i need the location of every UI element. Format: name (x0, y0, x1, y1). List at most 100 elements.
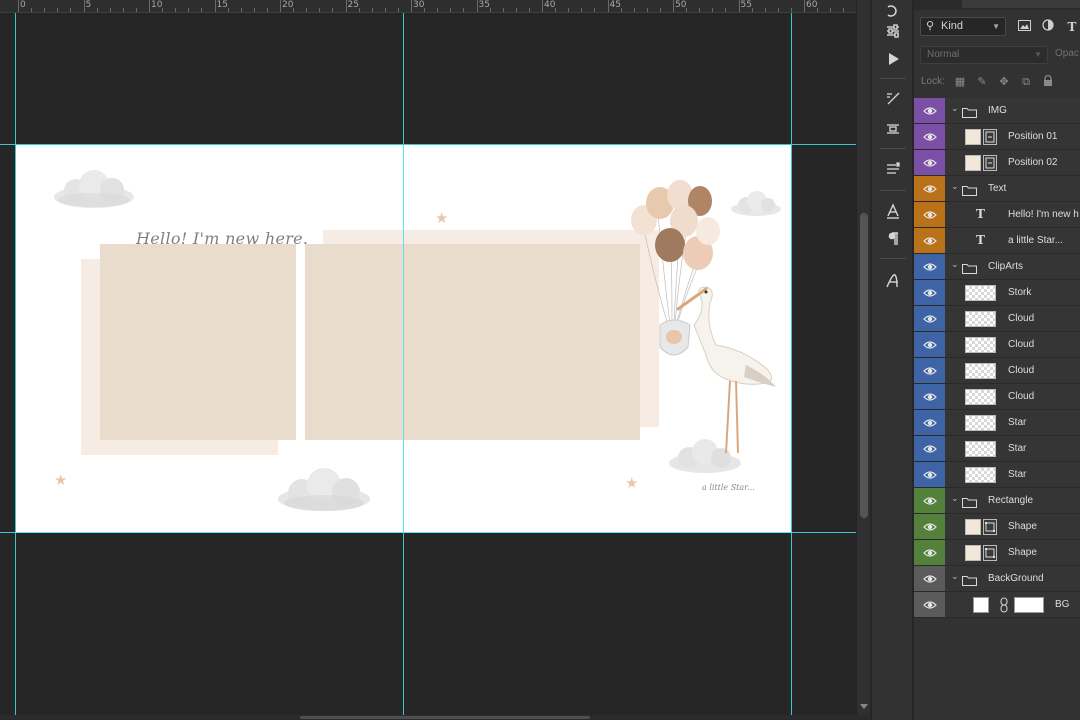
layer-mask-thumbnail[interactable] (1014, 597, 1044, 613)
layer-thumbnail (965, 129, 981, 145)
layer-row[interactable]: Ta little Star... (914, 228, 1080, 254)
lock-transparent-pixels-icon[interactable]: ▦ (953, 75, 967, 89)
layer-row[interactable]: ⌄ ClipArts (914, 254, 1080, 280)
layer-row[interactable]: Cloud (914, 306, 1080, 332)
filter-type-layers-icon[interactable]: T (1063, 18, 1080, 36)
layer-row[interactable]: Cloud (914, 358, 1080, 384)
horizontal-scrollbar[interactable] (0, 715, 870, 720)
chevron-down-icon[interactable]: ⌄ (951, 571, 959, 582)
ruler-major-tick (214, 0, 216, 12)
brush-presets-icon[interactable] (882, 118, 904, 140)
eye-visibility-icon[interactable] (923, 520, 937, 534)
chevron-down-icon[interactable]: ⌄ (951, 259, 959, 270)
ruler-tick-label: 45 (609, 0, 621, 10)
ruler-minor-tick (817, 8, 819, 12)
chevron-down-icon[interactable]: ⌄ (951, 493, 959, 504)
layer-row[interactable]: T Hello! I'm new h (914, 202, 1080, 228)
ruler-minor-tick (502, 8, 504, 12)
lock-artboard-icon[interactable]: ⧉ (1019, 75, 1033, 89)
layer-row[interactable]: ⌄ IMG (914, 98, 1080, 124)
eye-visibility-icon[interactable] (923, 338, 937, 352)
eye-visibility-icon[interactable] (923, 182, 937, 196)
photo-placeholder-right[interactable] (305, 244, 640, 440)
lock-all-icon[interactable] (1041, 74, 1055, 89)
eye-visibility-icon[interactable] (923, 234, 937, 248)
paragraph-panel-icon[interactable] (882, 228, 904, 250)
eye-visibility-icon[interactable] (923, 104, 937, 118)
eye-visibility-icon[interactable] (923, 598, 937, 612)
guide-horizontal[interactable] (0, 532, 856, 533)
brush-settings-icon[interactable] (882, 88, 904, 110)
eye-visibility-icon[interactable] (923, 390, 937, 404)
play-actions-icon[interactable] (882, 48, 904, 70)
ruler-minor-tick (437, 8, 439, 12)
photoshop-window: 0 5 10 15 20 25 30 35 40 45 50 55 60 ★ ★… (0, 0, 1080, 720)
text-layer-icon: T (976, 233, 985, 247)
ruler-minor-tick (57, 8, 59, 12)
horizontal-scrollbar-thumb[interactable] (300, 716, 590, 719)
eye-visibility-icon[interactable] (923, 546, 937, 560)
blend-mode-row: Normal ▼ Opac (914, 44, 1080, 66)
chevron-down-icon: ▼ (1034, 50, 1042, 59)
vertical-scrollbar[interactable] (856, 0, 870, 715)
horizontal-ruler[interactable]: 0 5 10 15 20 25 30 35 40 45 50 55 60 (0, 0, 856, 13)
blend-mode-select[interactable]: Normal ▼ (920, 46, 1048, 64)
eye-visibility-icon[interactable] (923, 442, 937, 456)
chevron-down-icon[interactable]: ⌄ (951, 103, 959, 114)
layer-row[interactable]: BG (914, 592, 1080, 618)
guide-vertical[interactable] (15, 13, 16, 715)
layer-name: BG (1055, 599, 1070, 610)
layer-row[interactable]: Cloud (914, 332, 1080, 358)
clone-source-icon[interactable] (882, 158, 904, 180)
eye-visibility-icon[interactable] (923, 416, 937, 430)
layer-row[interactable]: Cloud (914, 384, 1080, 410)
eye-visibility-icon[interactable] (923, 156, 937, 170)
eye-visibility-icon[interactable] (923, 208, 937, 222)
character-panel-icon[interactable] (882, 200, 904, 222)
ruler-tick-label: 60 (806, 0, 818, 10)
canvas-area[interactable]: ★ ★ ★ Hello! I'm new here. a little Star… (0, 13, 856, 715)
layers-tab[interactable] (962, 0, 1080, 8)
eye-visibility-icon[interactable] (923, 364, 937, 378)
history-icon[interactable] (882, 0, 904, 22)
eye-visibility-icon[interactable] (923, 312, 937, 326)
layer-row[interactable]: Shape (914, 540, 1080, 566)
layer-row[interactable]: Position 01 (914, 124, 1080, 150)
lock-image-pixels-icon[interactable]: ✎ (975, 75, 989, 89)
ruler-minor-tick (620, 8, 622, 12)
layer-row[interactable]: Star (914, 436, 1080, 462)
filter-adjustment-layers-icon[interactable] (1039, 18, 1057, 36)
layer-row[interactable]: Star (914, 462, 1080, 488)
layer-name: a little Star... (1008, 235, 1064, 246)
scroll-down-arrow-icon[interactable] (860, 704, 868, 709)
layer-name: Cloud (1008, 339, 1035, 350)
ruler-major-tick (738, 0, 740, 12)
layer-name: Position 02 (1008, 157, 1058, 168)
vertical-scrollbar-thumb[interactable] (860, 213, 868, 518)
layer-row[interactable]: Shape (914, 514, 1080, 540)
eye-visibility-icon[interactable] (923, 260, 937, 274)
guide-vertical[interactable] (791, 13, 792, 715)
layer-row[interactable]: Star (914, 410, 1080, 436)
layer-row[interactable]: ⌄ BackGround (914, 566, 1080, 592)
layer-row[interactable]: Stork (914, 280, 1080, 306)
eye-visibility-icon[interactable] (923, 468, 937, 482)
lock-position-icon[interactable]: ✥ (997, 75, 1011, 89)
eye-visibility-icon[interactable] (923, 130, 937, 144)
eye-visibility-icon[interactable] (923, 572, 937, 586)
chevron-down-icon[interactable]: ⌄ (951, 181, 959, 192)
guide-vertical[interactable] (403, 13, 404, 715)
little-star-caption: a little Star... (702, 483, 755, 492)
guide-horizontal[interactable] (0, 144, 856, 145)
photo-placeholder-left[interactable] (100, 244, 296, 440)
layer-row[interactable]: ⌄ Rectangle (914, 488, 1080, 514)
eye-visibility-icon[interactable] (923, 494, 937, 508)
link-chain-icon[interactable] (999, 597, 1009, 613)
filter-kind-select[interactable]: ⚲ Kind ▼ (920, 17, 1006, 36)
layer-row[interactable]: ⌄ Text (914, 176, 1080, 202)
filter-pixel-layers-icon[interactable] (1015, 18, 1033, 36)
eye-visibility-icon[interactable] (923, 286, 937, 300)
glyphs-panel-icon[interactable] (882, 270, 904, 292)
adjustments-icon[interactable] (882, 20, 904, 42)
layer-row[interactable]: Position 02 (914, 150, 1080, 176)
